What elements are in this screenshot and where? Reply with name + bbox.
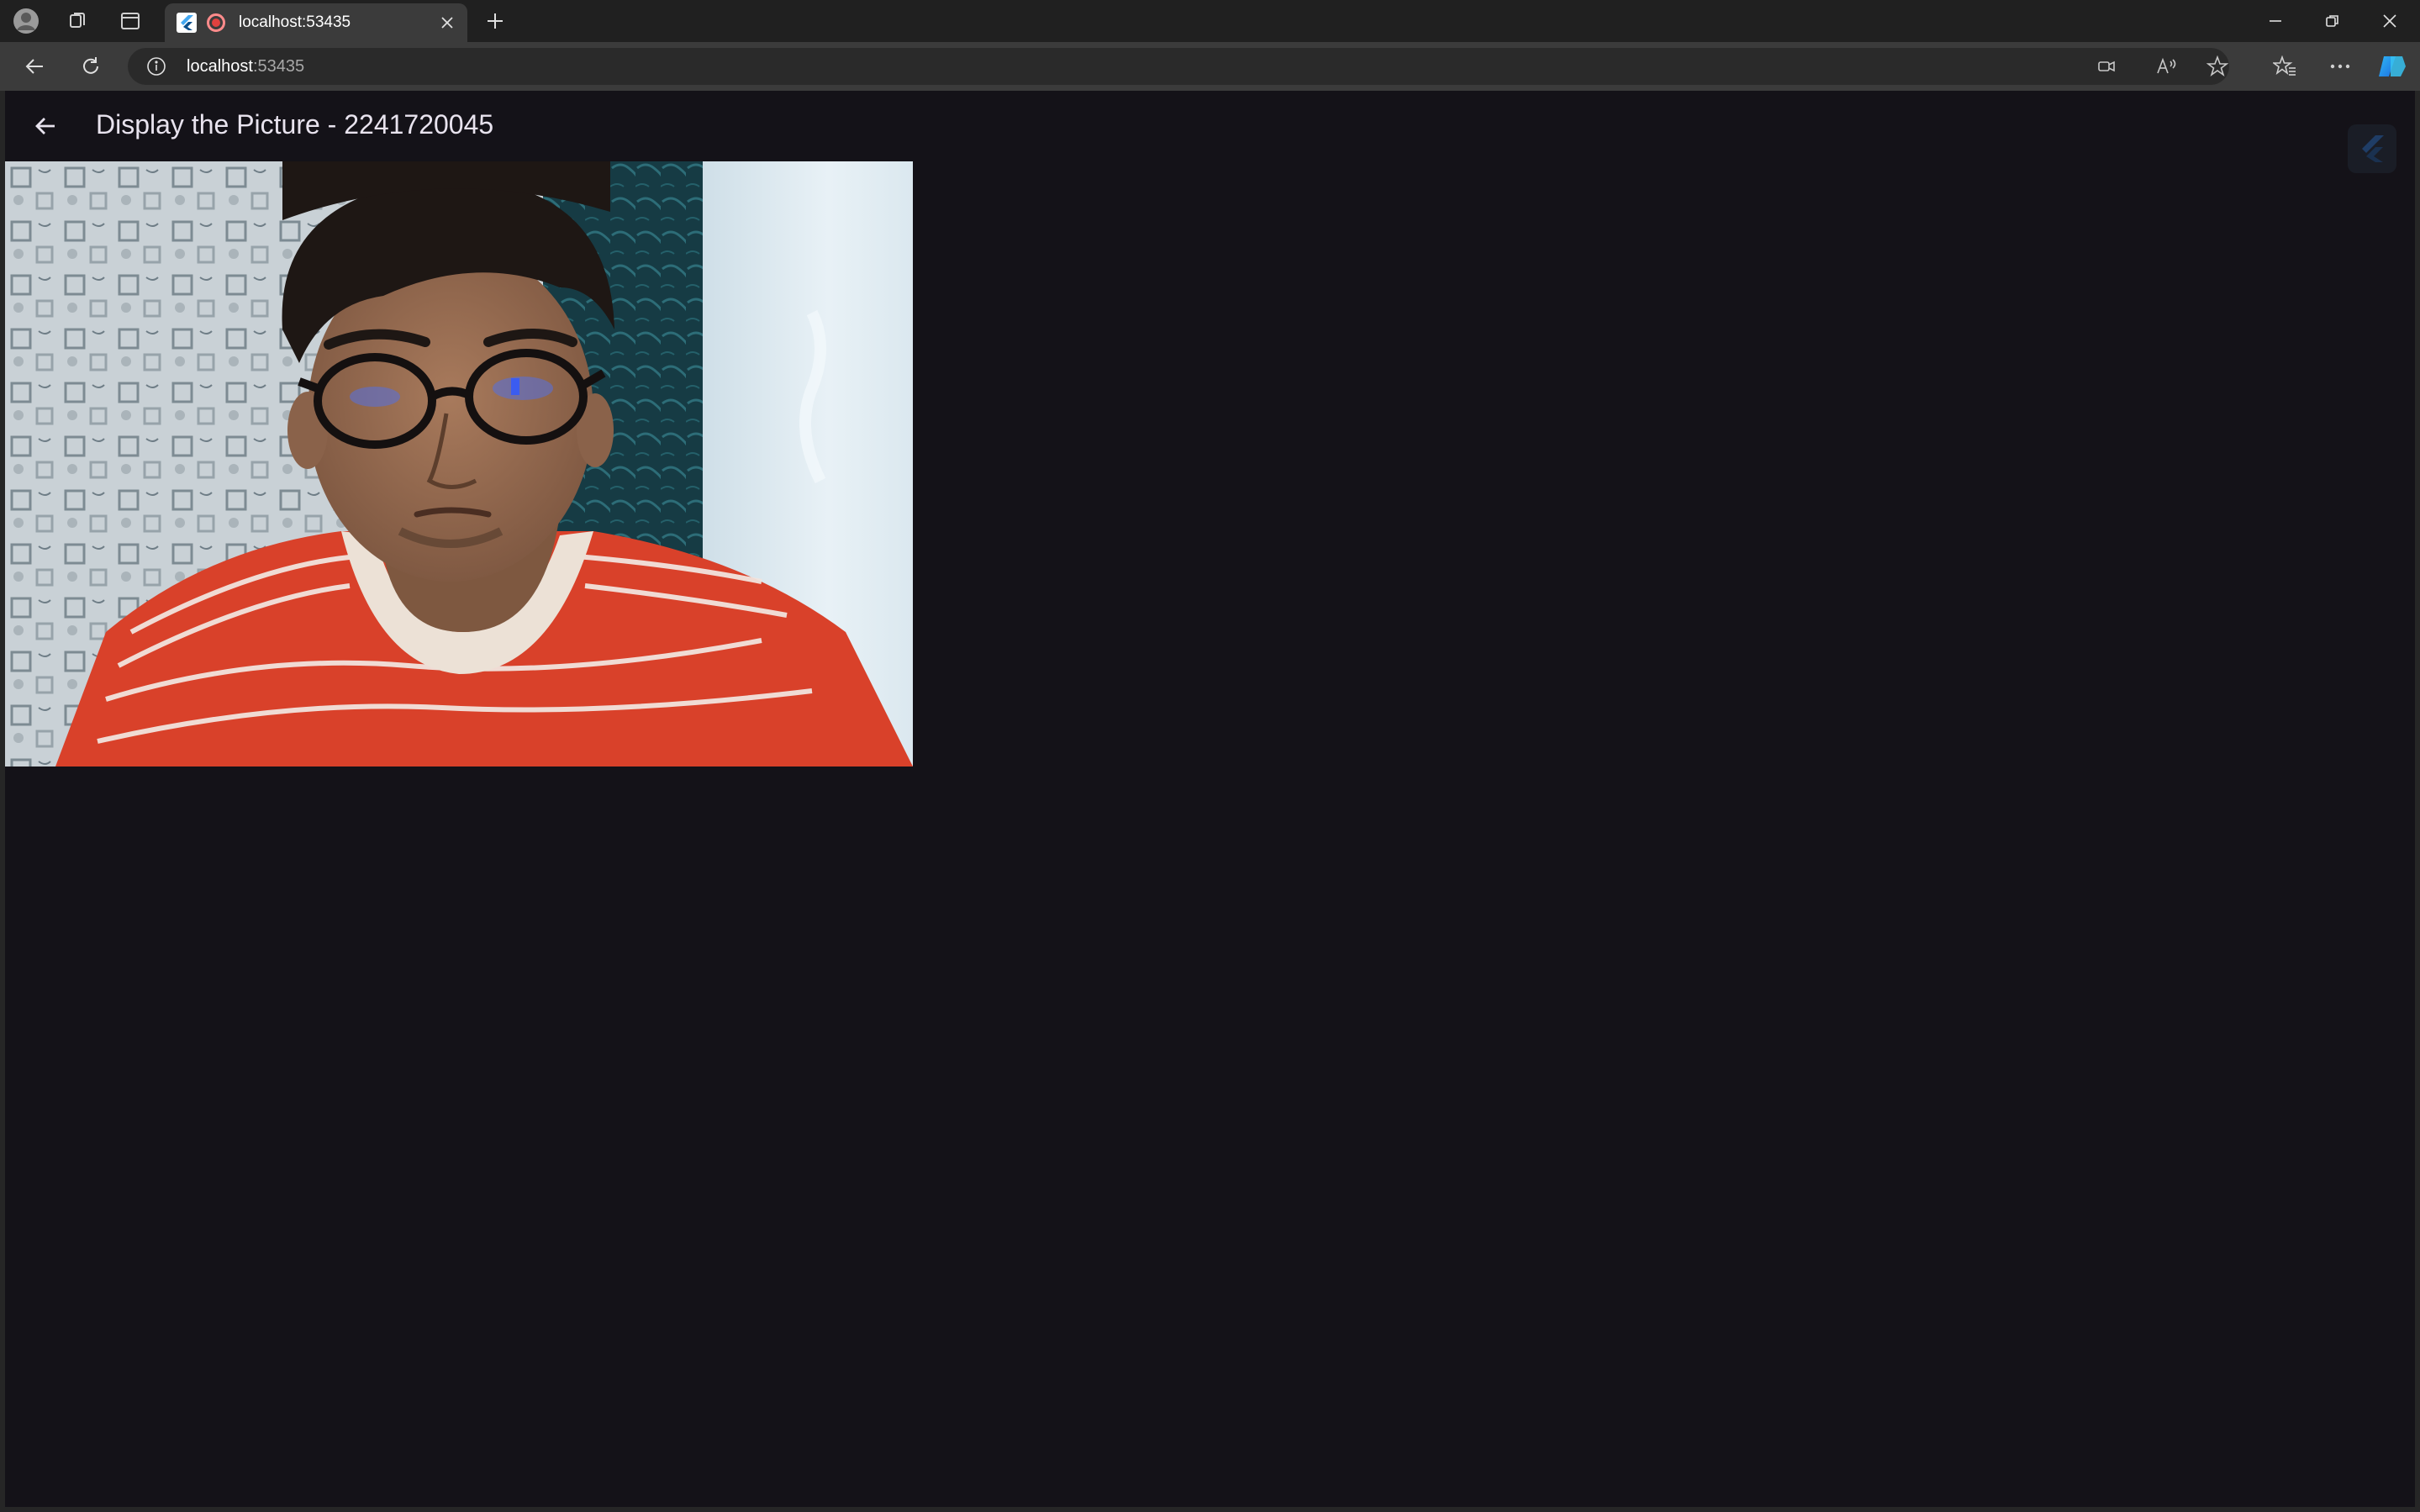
page-title: Display the Picture - 2241720045 [96, 109, 494, 140]
address-bar: localhost:53435 [0, 42, 2420, 91]
refresh-icon [83, 57, 98, 74]
minimize-icon [2270, 20, 2281, 22]
info-icon [147, 57, 166, 76]
read-aloud-button[interactable] [2148, 49, 2185, 84]
back-arrow-icon [35, 118, 55, 134]
page-viewport: Display the Picture - 2241720045 [0, 91, 2420, 1512]
tab-actions-button[interactable] [111, 6, 150, 36]
tab-title: localhost:53435 [239, 13, 351, 31]
star-icon [2206, 55, 2228, 77]
back-button[interactable] [15, 49, 55, 84]
copilot-icon [2379, 56, 2406, 76]
workspaces-icon [70, 13, 85, 28]
new-tab-button[interactable] [477, 6, 513, 36]
photo-illustration [5, 161, 913, 767]
tab-strip: localhost:53435 [0, 0, 2420, 42]
url-port: :53435 [252, 57, 305, 76]
app-back-button[interactable] [22, 103, 69, 150]
restore-button[interactable] [2304, 0, 2361, 42]
read-aloud-icon [2157, 57, 2176, 74]
workspaces-button[interactable] [59, 6, 98, 36]
close-icon [2383, 14, 2396, 28]
url-text: localhost:53435 [187, 57, 304, 76]
flutter-logo-icon [2362, 135, 2384, 162]
close-icon [441, 17, 453, 29]
restore-icon [2326, 15, 2338, 27]
url-field[interactable]: localhost:53435 [128, 48, 2229, 85]
recording-indicator-icon [207, 13, 225, 32]
back-arrow-icon [25, 59, 43, 74]
refresh-button[interactable] [71, 49, 111, 84]
camera-button[interactable] [2088, 49, 2125, 84]
more-button[interactable] [2322, 49, 2359, 84]
flutter-favicon-icon [177, 13, 197, 33]
profile-button[interactable] [7, 6, 45, 36]
close-tab-button[interactable] [434, 9, 461, 36]
plus-icon [488, 13, 503, 29]
profile-icon [13, 8, 39, 34]
favorites-icon [2273, 55, 2296, 76]
site-info-button[interactable] [146, 56, 166, 76]
add-favorite-button[interactable] [2199, 49, 2236, 84]
tab-actions-icon [121, 13, 140, 29]
tab-localhost[interactable]: localhost:53435 [165, 3, 467, 42]
url-host: localhost [187, 57, 253, 76]
copilot-button[interactable] [2374, 49, 2411, 84]
more-icon [2330, 64, 2350, 69]
camera-icon [2098, 61, 2115, 72]
app-bar: Display the Picture - 2241720045 [5, 91, 2415, 161]
captured-photo [5, 161, 913, 767]
flutter-debug-badge[interactable] [2348, 124, 2396, 173]
favorites-button[interactable] [2266, 49, 2303, 84]
close-window-button[interactable] [2361, 0, 2418, 42]
minimize-button[interactable] [2247, 0, 2304, 42]
